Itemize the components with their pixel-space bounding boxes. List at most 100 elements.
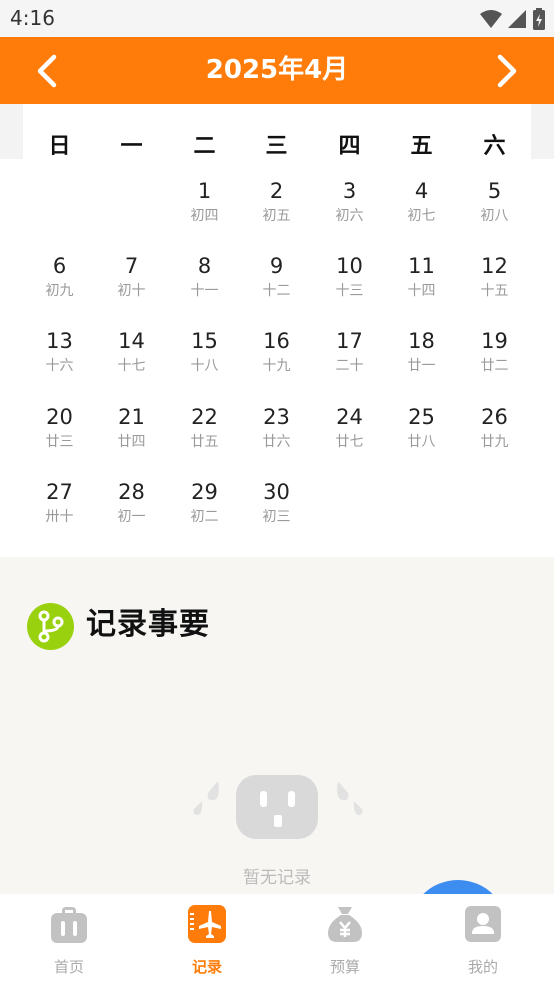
money-bag-icon — [328, 907, 362, 942]
nav-label: 预算 — [329, 958, 360, 976]
status-bar: 4:16 — [0, 0, 554, 37]
day-number: 20 — [46, 405, 73, 429]
day-cell[interactable]: 4 初七 — [385, 174, 458, 244]
day-cell[interactable]: 10 十三 — [313, 249, 386, 319]
day-cell[interactable]: 17 二十 — [313, 324, 386, 394]
day-cell[interactable]: 5 初八 — [458, 174, 531, 244]
lunar-date: 十五 — [480, 283, 509, 299]
day-cell[interactable]: 16 十九 — [240, 324, 313, 394]
day-cell[interactable]: 7 初十 — [95, 249, 168, 319]
day-number: 7 — [124, 254, 139, 278]
weekday-label: 一 — [120, 134, 143, 159]
day-cell[interactable]: 30 初三 — [240, 475, 313, 545]
day-number: 29 — [191, 480, 218, 504]
lunar-date: 廿八 — [407, 434, 436, 450]
battery-icon — [533, 8, 545, 30]
day-cell[interactable]: 11 十四 — [385, 249, 458, 319]
luggage-icon — [51, 907, 87, 943]
day-cell[interactable]: 8 十一 — [168, 249, 241, 319]
nav-item-profile[interactable]: 我的 — [414, 894, 552, 984]
bottom-nav: 首页 记录 预算 我的 — [0, 894, 554, 984]
lunar-date: 初十 — [117, 283, 146, 299]
day-cell[interactable]: 12 十五 — [458, 249, 531, 319]
lunar-date: 廿一 — [407, 358, 436, 374]
airplane-icon — [188, 905, 226, 943]
day-cell[interactable]: 26 廿九 — [458, 400, 531, 470]
weekday-label: 三 — [265, 134, 288, 159]
day-number: 26 — [481, 405, 508, 429]
lunar-date: 十七 — [117, 358, 146, 374]
weekday-header: 日 一 二 三 四 五 六 — [0, 104, 554, 159]
day-cell[interactable]: 9 十二 — [240, 249, 313, 319]
lunar-date: 十九 — [262, 358, 291, 374]
day-cell[interactable]: 28 初一 — [95, 475, 168, 545]
next-month-button[interactable] — [486, 51, 526, 91]
lunar-date: 廿二 — [480, 358, 509, 374]
nav-label: 记录 — [191, 958, 222, 976]
profile-icon — [465, 906, 501, 942]
day-cell[interactable]: 19 廿二 — [458, 324, 531, 394]
lunar-date: 十二 — [262, 283, 291, 299]
day-number: 5 — [487, 179, 502, 203]
day-number: 15 — [191, 329, 218, 353]
prev-month-button[interactable] — [28, 51, 68, 91]
day-cell[interactable]: 13 十六 — [23, 324, 96, 394]
chevron-left-icon — [37, 54, 57, 88]
day-number: 4 — [414, 179, 429, 203]
weekday-label: 日 — [48, 134, 71, 159]
day-cell[interactable]: 21 廿四 — [95, 400, 168, 470]
day-cell[interactable]: 22 廿五 — [168, 400, 241, 470]
day-number: 2 — [269, 179, 284, 203]
day-number: 14 — [118, 329, 145, 353]
day-cell[interactable]: 24 廿七 — [313, 400, 386, 470]
lunar-date: 初三 — [262, 509, 291, 525]
day-number: 3 — [342, 179, 357, 203]
day-cell[interactable]: 23 廿六 — [240, 400, 313, 470]
lunar-date: 卅十 — [45, 509, 74, 525]
day-cell[interactable]: 29 初二 — [168, 475, 241, 545]
chevron-right-icon — [497, 54, 517, 88]
weekday-label: 二 — [193, 134, 216, 159]
day-cell[interactable]: 1 初四 — [168, 174, 241, 244]
day-number: 9 — [269, 254, 284, 278]
lunar-date: 廿六 — [262, 434, 291, 450]
nav-item-home[interactable]: 首页 — [0, 894, 138, 984]
day-cell[interactable]: 15 十八 — [168, 324, 241, 394]
lunar-date: 十八 — [190, 358, 219, 374]
day-number: 19 — [481, 329, 508, 353]
nav-item-records[interactable]: 记录 — [138, 894, 276, 984]
wifi-icon — [480, 10, 502, 28]
day-number: 6 — [52, 254, 67, 278]
lunar-date: 初一 — [117, 509, 146, 525]
day-number: 8 — [197, 254, 212, 278]
records-section: 记录事要 暂无记录 — [0, 557, 554, 980]
lunar-date: 廿五 — [190, 434, 219, 450]
day-number: 25 — [408, 405, 435, 429]
day-cell[interactable]: 2 初五 — [240, 174, 313, 244]
lunar-date: 初九 — [45, 283, 74, 299]
day-number: 16 — [263, 329, 290, 353]
nav-item-budget[interactable]: 预算 — [276, 894, 414, 984]
records-title: 记录事要 — [86, 607, 210, 642]
day-number: 27 — [46, 480, 73, 504]
lunar-date: 初七 — [407, 208, 436, 224]
day-cell[interactable]: 14 十七 — [95, 324, 168, 394]
day-cell[interactable]: 27 卅十 — [23, 475, 96, 545]
day-cell[interactable]: 20 廿三 — [23, 400, 96, 470]
month-title: 2025年4月 — [205, 55, 349, 85]
day-cell[interactable]: 6 初九 — [23, 249, 96, 319]
lunar-date: 二十 — [335, 358, 364, 374]
day-number: 12 — [481, 254, 508, 278]
day-cell[interactable]: 3 初六 — [313, 174, 386, 244]
nav-label: 我的 — [467, 958, 498, 976]
calendar-grid: 日 一 二 三 四 五 六 1 初四 2 初五 3 初六 4 初七 5 初八 6 初九 7 初… — [0, 104, 554, 557]
lunar-date: 十四 — [407, 283, 436, 299]
day-cell[interactable]: 25 廿八 — [385, 400, 458, 470]
day-number: 23 — [263, 405, 290, 429]
branch-icon — [27, 603, 74, 650]
day-cell[interactable]: 18 廿一 — [385, 324, 458, 394]
lunar-date: 十一 — [190, 283, 219, 299]
day-number: 1 — [197, 179, 212, 203]
lunar-date: 初五 — [262, 208, 291, 224]
day-number: 17 — [336, 329, 363, 353]
